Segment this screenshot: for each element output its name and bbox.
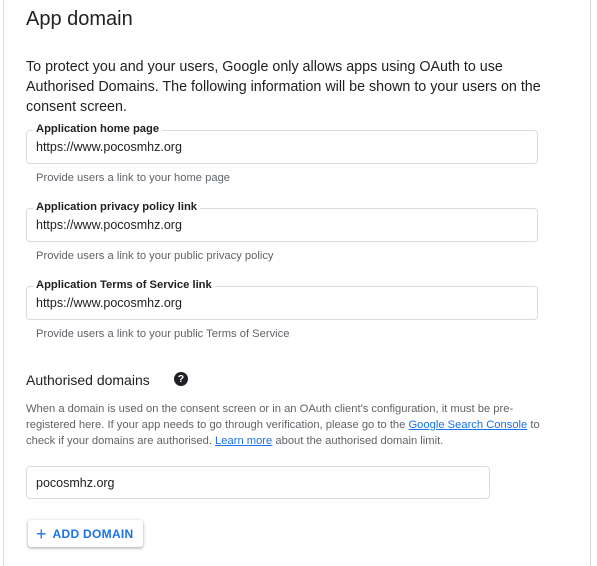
terms-of-service-field[interactable]: Application Terms of Service link	[26, 278, 538, 320]
authorised-domains-description: When a domain is used on the consent scr…	[26, 401, 546, 449]
home-page-field[interactable]: Application home page	[26, 122, 538, 164]
home-page-label: Application home page	[33, 122, 163, 136]
privacy-policy-hint: Provide users a link to your public priv…	[36, 250, 274, 262]
privacy-policy-label: Application privacy policy link	[33, 200, 201, 214]
plus-icon: +	[36, 523, 47, 544]
add-domain-button[interactable]: + ADD DOMAIN	[28, 520, 143, 547]
authorised-domains-title: Authorised domains	[26, 372, 150, 388]
home-page-input[interactable]	[36, 139, 516, 155]
learn-more-link[interactable]: Learn more	[215, 435, 272, 447]
authorised-domain-field[interactable]	[26, 466, 490, 499]
terms-of-service-hint: Provide users a link to your public Term…	[36, 328, 290, 340]
privacy-policy-input[interactable]	[36, 217, 516, 233]
add-domain-label: ADD DOMAIN	[52, 526, 134, 541]
terms-of-service-input[interactable]	[36, 295, 516, 311]
authorised-domain-input[interactable]	[36, 475, 476, 491]
google-search-console-link[interactable]: Google Search Console	[408, 419, 527, 431]
home-page-hint: Provide users a link to your home page	[36, 172, 231, 184]
section-title: App domain	[26, 8, 133, 30]
section-intro: To protect you and your users, Google on…	[26, 59, 541, 115]
help-circle-icon[interactable]: ?	[174, 372, 188, 386]
privacy-policy-field[interactable]: Application privacy policy link	[26, 200, 538, 242]
terms-of-service-label: Application Terms of Service link	[33, 278, 215, 292]
desc-text-3: about the authorised domain limit.	[272, 435, 444, 447]
